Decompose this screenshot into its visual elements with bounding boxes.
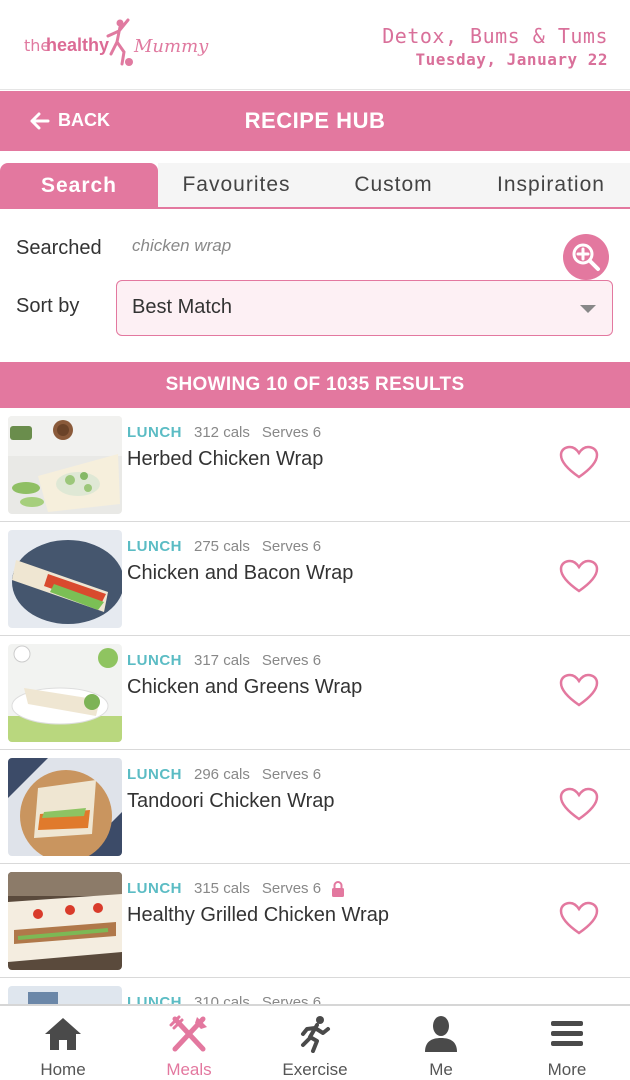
recipe-category: LUNCH xyxy=(127,652,182,669)
nav-exercise-label: Exercise xyxy=(282,1060,348,1079)
tab-search[interactable]: Search xyxy=(0,163,158,209)
heart-icon[interactable] xyxy=(558,558,600,594)
healthy-mummy-logo[interactable]: the healthy Mummy xyxy=(22,16,212,76)
heart-icon[interactable] xyxy=(558,900,600,936)
recipe-category: LUNCH xyxy=(127,766,182,783)
recipe-calories: 296 cals xyxy=(194,766,250,783)
nav-me-label: Me xyxy=(429,1060,453,1079)
recipe-list-item[interactable]: LUNCH 275 cals Serves 6 Chicken and Bacon … xyxy=(0,522,630,636)
recipe-category: LUNCH xyxy=(127,994,182,1004)
recipe-calories: 315 cals xyxy=(194,880,250,897)
recipe-meta: LUNCH 275 cals Serves 6 xyxy=(127,538,321,555)
running-person-icon xyxy=(292,1014,338,1054)
hamburger-menu-icon xyxy=(544,1014,590,1054)
recipe-thumbnail xyxy=(8,758,122,856)
recipe-thumbnail xyxy=(8,416,122,514)
recipe-serves: Serves 6 xyxy=(261,994,322,1004)
logo-figure-icon xyxy=(106,18,133,66)
nav-exercise[interactable]: Exercise xyxy=(252,1006,378,1080)
recipe-calories: 310 cals xyxy=(194,994,250,1004)
nav-more-label: More xyxy=(547,1060,587,1079)
tab-inspiration[interactable]: Inspiration xyxy=(472,163,630,207)
heart-icon[interactable] xyxy=(558,672,600,708)
sort-row: Sort by Best Match xyxy=(16,280,616,338)
recipe-name[interactable]: Tandoori Chicken Wrap xyxy=(127,790,335,813)
recipe-name[interactable]: Healthy Grilled Chicken Wrap xyxy=(127,904,389,927)
recipe-category: LUNCH xyxy=(127,538,182,555)
recipe-meta: LUNCH 310 cals Serves 6 xyxy=(127,994,321,1004)
chevron-down-icon xyxy=(580,305,596,313)
lock-icon xyxy=(332,881,345,898)
fork-knife-icon xyxy=(166,1014,212,1054)
recipe-serves: Serves 6 xyxy=(261,538,322,555)
nav-more[interactable]: More xyxy=(504,1006,630,1080)
recipe-thumbnail xyxy=(8,530,122,628)
recipe-serves: Serves 6 xyxy=(261,652,322,669)
app-header: the healthy Mummy Detox, Bums & Tums Tue… xyxy=(0,0,630,90)
plan-name: Detox, Bums & Tums xyxy=(382,24,608,48)
recipe-list-item[interactable]: LUNCH 296 cals Serves 6 Tandoori Chicken W… xyxy=(0,750,630,864)
tab-favourites[interactable]: Favourites xyxy=(158,163,315,207)
search-summary: Searched chicken wrap xyxy=(16,234,616,280)
recipe-meta: LUNCH 317 cals Serves 6 xyxy=(127,652,321,669)
bottom-navigation: Home Meals Exercise Me More xyxy=(0,1004,630,1080)
results-count-bar: SHOWING 10 OF 1035 RESULTS xyxy=(0,362,630,408)
home-icon xyxy=(40,1014,86,1054)
searched-label: Searched xyxy=(16,237,102,259)
recipe-thumbnail xyxy=(8,644,122,742)
plan-info: Detox, Bums & Tums Tuesday, January 22 xyxy=(382,24,608,69)
sort-value: Best Match xyxy=(132,296,233,318)
recipe-name[interactable]: Chicken and Bacon Wrap xyxy=(127,562,353,585)
sort-label: Sort by xyxy=(16,295,80,317)
tab-custom[interactable]: Custom xyxy=(315,163,472,207)
recipe-thumbnail xyxy=(8,872,122,970)
recipe-meta: LUNCH 296 cals Serves 6 xyxy=(127,766,321,783)
searched-value: chicken wrap xyxy=(132,236,232,255)
recipe-serves: Serves 6 xyxy=(261,424,322,441)
nav-me[interactable]: Me xyxy=(378,1006,504,1080)
recipe-list[interactable]: LUNCH 312 cals Serves 6 Herbed Chicken Wra… xyxy=(0,408,630,1004)
recipe-list-item[interactable]: LUNCH 317 cals Serves 6 Chicken and Greens… xyxy=(0,636,630,750)
heart-icon[interactable] xyxy=(558,444,600,480)
nav-meals[interactable]: Meals xyxy=(126,1006,252,1080)
sort-select[interactable]: Best Match xyxy=(116,280,613,336)
recipe-calories: 275 cals xyxy=(194,538,250,555)
recipe-tabs: Search Favourites Custom Inspiration xyxy=(0,163,630,209)
recipe-serves: Serves 6 xyxy=(261,880,322,897)
recipe-meta: LUNCH 315 cals Serves 6 xyxy=(127,880,345,898)
logo-text-healthy: healthy xyxy=(46,35,110,55)
logo-text-mummy: Mummy xyxy=(134,36,209,57)
heart-icon[interactable] xyxy=(558,786,600,822)
recipe-meta: LUNCH 312 cals Serves 6 xyxy=(127,424,321,441)
recipe-category: LUNCH xyxy=(127,880,182,897)
recipe-list-item[interactable]: LUNCH 310 cals Serves 6 xyxy=(0,978,630,1004)
person-icon xyxy=(418,1014,464,1054)
recipe-thumbnail xyxy=(8,986,122,1004)
title-bar: BACK RECIPE HUB xyxy=(0,91,630,151)
recipe-list-item[interactable]: LUNCH 312 cals Serves 6 Herbed Chicken Wra… xyxy=(0,408,630,522)
magnify-plus-icon xyxy=(572,243,600,271)
recipe-serves: Serves 6 xyxy=(261,766,322,783)
recipe-name[interactable]: Herbed Chicken Wrap xyxy=(127,448,323,471)
recipe-calories: 317 cals xyxy=(194,652,250,669)
nav-home-label: Home xyxy=(40,1060,86,1079)
recipe-name[interactable]: Chicken and Greens Wrap xyxy=(127,676,362,699)
nav-home[interactable]: Home xyxy=(0,1006,126,1080)
recipe-list-item[interactable]: LUNCH 315 cals Serves 6 Healthy Grilled Ch… xyxy=(0,864,630,978)
recipe-calories: 312 cals xyxy=(194,424,250,441)
plan-date: Tuesday, January 22 xyxy=(415,50,608,69)
nav-meals-label: Meals xyxy=(166,1060,212,1079)
search-zoom-button[interactable] xyxy=(563,234,609,280)
recipe-category: LUNCH xyxy=(127,424,182,441)
page-title: RECIPE HUB xyxy=(244,108,386,133)
